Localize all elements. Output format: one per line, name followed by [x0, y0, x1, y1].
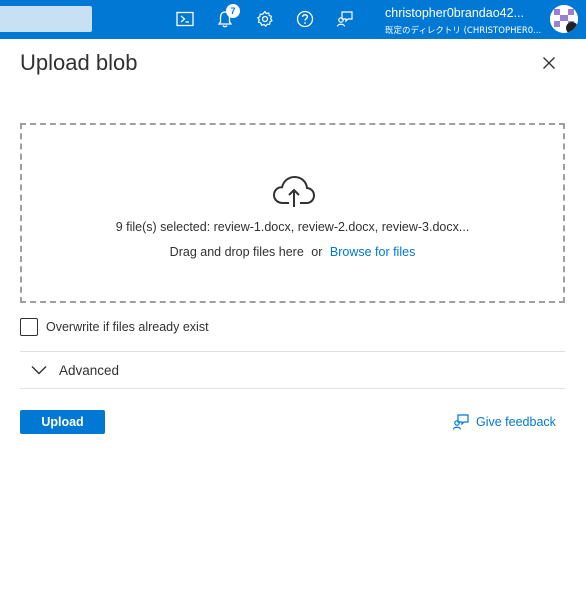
notification-badge: 7	[226, 4, 240, 18]
cloud-upload-icon	[272, 175, 316, 214]
upload-button[interactable]: Upload	[20, 410, 105, 434]
or-text: or	[311, 245, 323, 259]
divider	[20, 388, 565, 389]
file-dropzone[interactable]: 9 file(s) selected: review-1.docx, revie…	[20, 123, 565, 303]
chevron-down-icon	[31, 366, 47, 375]
page-title: Upload blob	[20, 50, 138, 75]
search-box[interactable]	[0, 6, 92, 32]
feedback-icon[interactable]	[333, 7, 357, 31]
advanced-expander[interactable]: Advanced	[20, 352, 565, 388]
selected-files-text: 9 file(s) selected: review-1.docx, revie…	[115, 220, 470, 234]
user-directory[interactable]: 既定のディレクトリ (CHRISTOPHER0...	[385, 24, 541, 36]
give-feedback-label[interactable]: Give feedback	[476, 415, 556, 429]
user-name[interactable]: christopher0brandao42...	[385, 6, 524, 20]
overwrite-checkbox[interactable]	[20, 318, 38, 336]
browse-files-link[interactable]: Browse for files	[330, 245, 415, 259]
top-bar: 7 christopher0brandao42... 既定のディレクトリ (CH…	[0, 0, 586, 39]
gear-icon[interactable]	[253, 7, 277, 31]
drag-drop-row: Drag and drop files here or Browse for f…	[22, 245, 563, 259]
overwrite-label[interactable]: Overwrite if files already exist	[46, 320, 209, 334]
give-feedback-link[interactable]: Give feedback	[452, 413, 556, 431]
help-icon[interactable]	[293, 7, 317, 31]
advanced-label: Advanced	[59, 362, 120, 378]
close-icon	[543, 57, 555, 69]
drag-drop-text: Drag and drop files here	[169, 245, 304, 259]
cloud-shell-icon[interactable]	[173, 7, 197, 31]
feedback-icon	[452, 414, 469, 430]
avatar[interactable]	[550, 5, 578, 33]
overwrite-option[interactable]: Overwrite if files already exist	[20, 318, 209, 336]
close-button[interactable]	[539, 53, 559, 73]
